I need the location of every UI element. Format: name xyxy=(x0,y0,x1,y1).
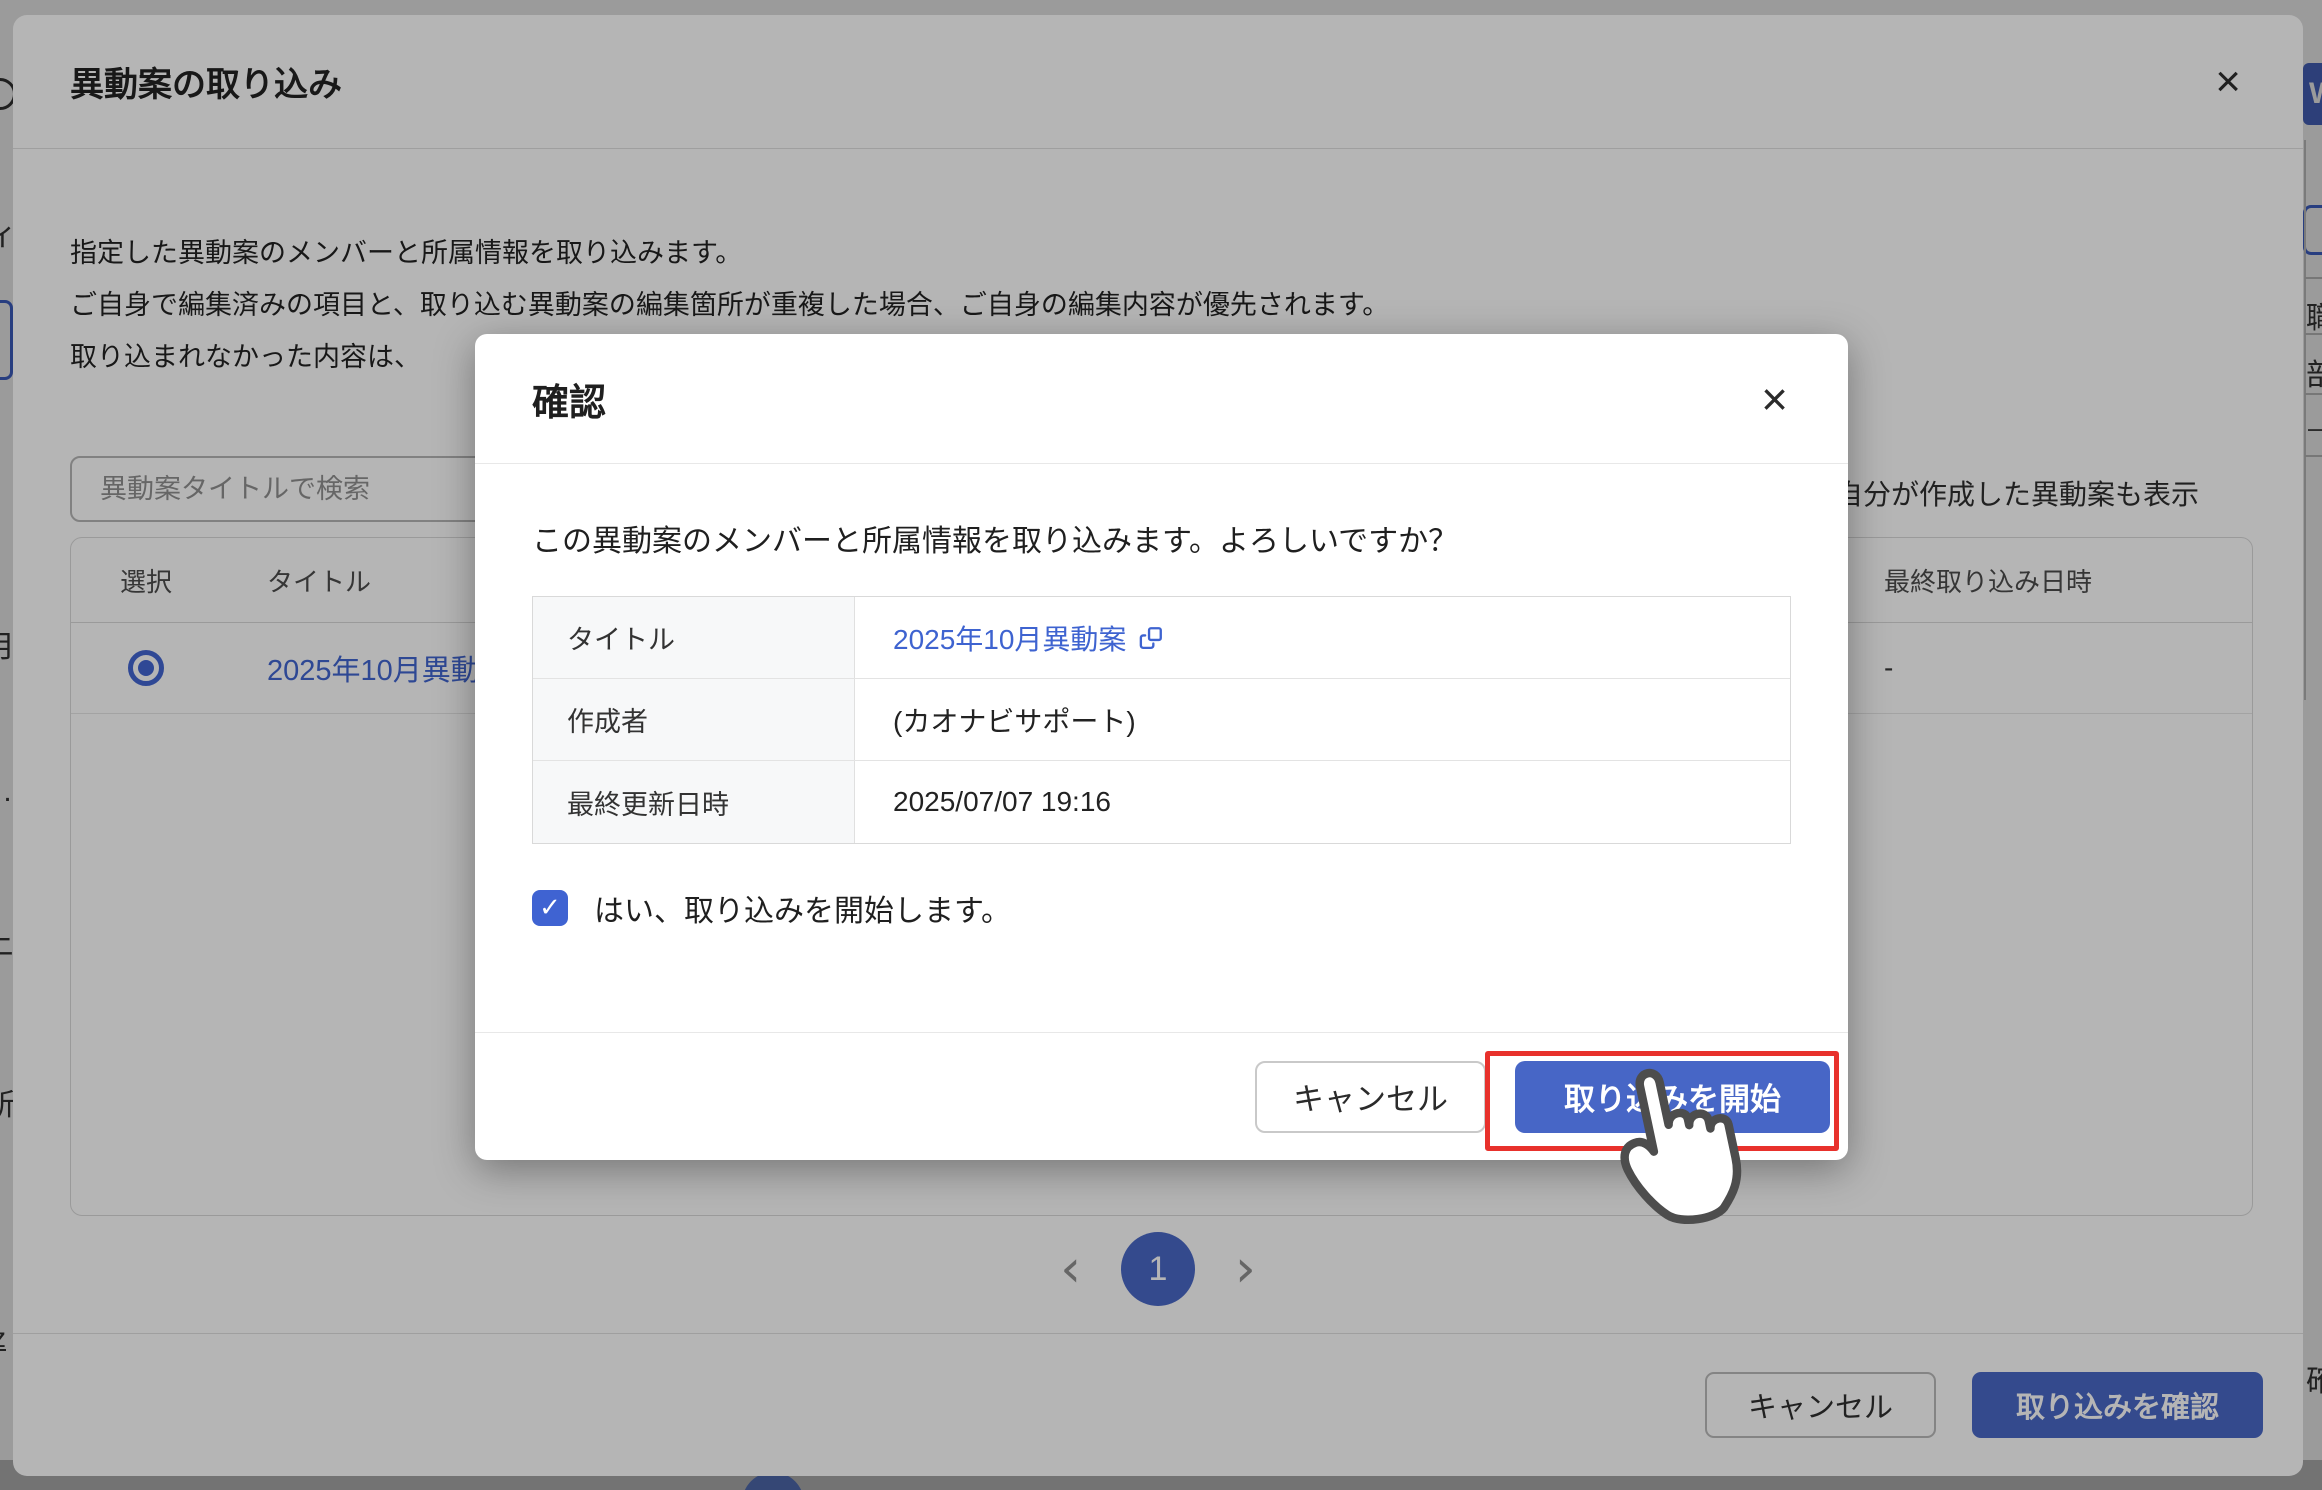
confirm-message: この異動案のメンバーと所属情報を取り込みます。よろしいですか？ xyxy=(532,516,1791,560)
info-row-title: タイトル 2025年10月異動案 xyxy=(533,597,1790,679)
info-row-author: 作成者 (カオナビサポート) xyxy=(533,679,1790,761)
confirm-checkbox-row: ✓ はい、取り込みを開始します。 xyxy=(532,886,1791,930)
start-import-checkbox[interactable]: ✓ xyxy=(532,890,568,926)
confirm-dialog-header: 確認 × xyxy=(475,334,1848,464)
info-label: タイトル xyxy=(533,597,855,678)
info-label: 作成者 xyxy=(533,679,855,760)
info-value: 2025/07/07 19:16 xyxy=(855,761,1790,843)
checkbox-label: はい、取り込みを開始します。 xyxy=(594,886,1011,930)
confirm-dialog-title: 確認 xyxy=(532,372,606,426)
plan-title-link[interactable]: 2025年10月異動案 xyxy=(893,618,1126,658)
confirm-dialog: 確認 × この異動案のメンバーと所属情報を取り込みます。よろしいですか？ タイト… xyxy=(475,334,1848,1160)
external-link-icon xyxy=(1138,625,1164,651)
confirm-cancel-button[interactable]: キャンセル xyxy=(1255,1061,1486,1133)
confirm-dialog-close-icon[interactable]: × xyxy=(1761,376,1788,422)
info-row-updated: 最終更新日時 2025/07/07 19:16 xyxy=(533,761,1790,843)
confirm-dialog-body: この異動案のメンバーと所属情報を取り込みます。よろしいですか？ タイトル 202… xyxy=(475,464,1848,930)
info-value: (カオナビサポート) xyxy=(855,679,1790,760)
screenshot-stage: ィ 月 … ニ 所 z W 職 部 — 確認 異動案の取り込み × 指定した異動… xyxy=(0,0,2322,1490)
plan-info-table: タイトル 2025年10月異動案 作成者 (カオナビサポート) 最終更新日時 xyxy=(532,596,1791,844)
info-label: 最終更新日時 xyxy=(533,761,855,843)
